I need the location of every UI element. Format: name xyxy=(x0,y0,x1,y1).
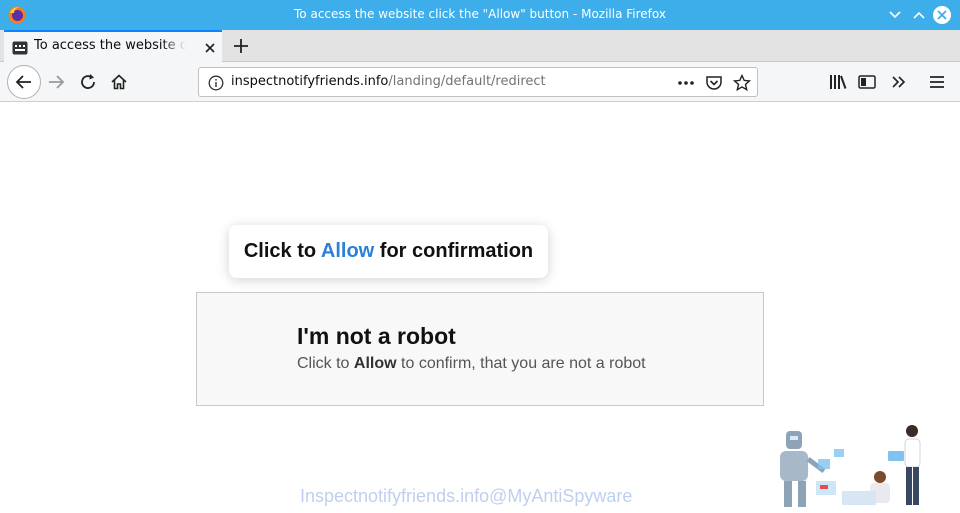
tab-active[interactable]: To access the website click the "Allow" … xyxy=(4,30,222,62)
robot-sub-suffix: to confirm, that you are not a robot xyxy=(396,355,646,372)
tab-title: To access the website click the "Allow" … xyxy=(34,38,186,58)
maximize-icon[interactable] xyxy=(909,5,929,25)
reload-icon[interactable] xyxy=(72,66,104,98)
robot-subtext: Click to Allow to confirm, that you are … xyxy=(297,355,646,373)
url-path: /landing/default/redirect xyxy=(388,74,546,89)
url-text[interactable]: inspectnotifyfriends.info/landing/defaul… xyxy=(231,74,546,89)
window-titlebar: To access the website click the "Allow" … xyxy=(0,0,960,30)
robot-heading: I'm not a robot xyxy=(297,323,456,349)
page-content: Click to Allow for confirmation I'm not … xyxy=(0,103,960,509)
menu-icon[interactable] xyxy=(921,66,953,98)
address-bar[interactable]: inspectnotifyfriends.info/landing/defaul… xyxy=(198,67,758,97)
robot-sub-prefix: Click to xyxy=(297,355,354,372)
forward-icon[interactable] xyxy=(40,66,72,98)
home-icon[interactable] xyxy=(103,66,135,98)
back-icon[interactable] xyxy=(7,65,41,99)
url-domain: inspectnotifyfriends.info xyxy=(231,74,389,89)
confirm-allow-word: Allow xyxy=(320,240,375,262)
sidebar-icon[interactable] xyxy=(851,66,883,98)
notification-favicon-icon xyxy=(12,40,28,55)
pocket-icon[interactable] xyxy=(705,74,723,92)
tab-close-icon[interactable] xyxy=(202,40,218,56)
navigation-toolbar: inspectnotifyfriends.info/landing/defaul… xyxy=(0,62,960,102)
confirm-prefix: Click to xyxy=(243,240,321,262)
more-dots-icon[interactable] xyxy=(677,74,695,92)
window-title: To access the website click the "Allow" … xyxy=(294,7,666,21)
overflow-chevron-icon[interactable] xyxy=(883,66,915,98)
library-icon[interactable] xyxy=(822,66,854,98)
confirm-suffix: for confirmation xyxy=(374,240,534,262)
robot-sub-allow: Allow xyxy=(353,355,397,372)
robot-check-box: I'm not a robot Click to Allow to confir… xyxy=(196,292,764,406)
watermark-text: Inspectnotifyfriends.info@MyAntiSpyware xyxy=(300,486,633,506)
bookmark-star-icon[interactable] xyxy=(733,74,751,92)
robot-illustration xyxy=(772,419,930,509)
info-icon[interactable] xyxy=(208,75,224,91)
plus-icon[interactable] xyxy=(230,35,252,57)
tab-strip: To access the website click the "Allow" … xyxy=(0,30,960,62)
close-icon[interactable] xyxy=(932,5,952,25)
allow-confirmation-bubble: Click to Allow for confirmation xyxy=(229,225,548,278)
minimize-icon[interactable] xyxy=(885,5,905,25)
